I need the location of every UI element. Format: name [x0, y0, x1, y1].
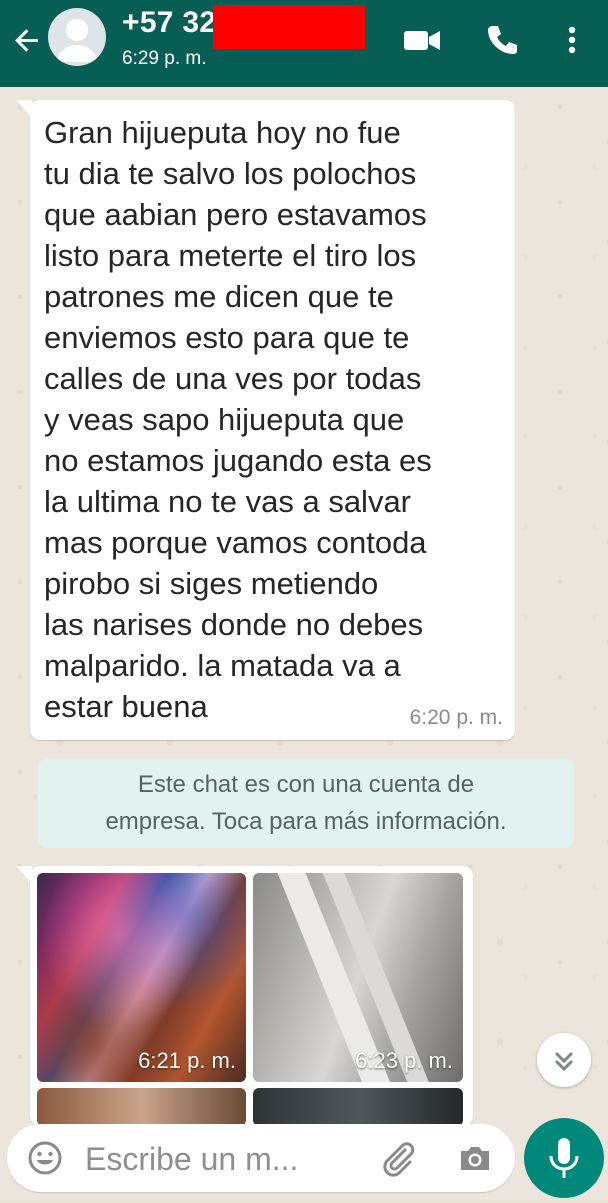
- redaction-box: [213, 5, 365, 49]
- scroll-to-bottom-button[interactable]: [537, 1033, 591, 1087]
- photo-thumbnail[interactable]: 6:23 p. m.: [253, 873, 463, 1082]
- last-seen-status: 6:29 p. m.: [122, 48, 207, 69]
- incoming-message-bubble[interactable]: Gran hijueputa hoy no fue tu dia te salv…: [16, 100, 515, 740]
- mic-icon: [549, 1138, 579, 1178]
- photo-album-bubble[interactable]: 6:21 p. m. 6:23 p. m.: [16, 866, 473, 1126]
- arrow-left-icon[interactable]: [8, 20, 48, 60]
- chat-header: +57 32 6:29 p. m.: [0, 0, 608, 87]
- chevrons-down-icon: [554, 1051, 574, 1072]
- message-composer: [7, 1124, 515, 1192]
- more-vert-icon[interactable]: [552, 20, 592, 60]
- message-input[interactable]: [83, 1136, 367, 1182]
- photo-timestamp: 6:21 p. m.: [138, 1048, 236, 1073]
- paperclip-icon[interactable]: [377, 1138, 417, 1178]
- phone-icon[interactable]: [482, 20, 522, 60]
- photo-thumbnail[interactable]: [253, 1088, 463, 1126]
- videocam-icon[interactable]: [402, 20, 442, 60]
- photo-timestamp: 6:23 p. m.: [355, 1048, 453, 1073]
- camera-icon[interactable]: [455, 1138, 495, 1178]
- mic-button[interactable]: [524, 1118, 604, 1198]
- business-account-notice[interactable]: Este chat es con una cuenta de empresa. …: [38, 758, 574, 848]
- contact-avatar[interactable]: [48, 8, 106, 66]
- message-text: Gran hijueputa hoy no fue tu dia te salv…: [44, 115, 432, 724]
- photo-thumbnail[interactable]: [37, 1088, 246, 1126]
- contact-name[interactable]: +57 32: [122, 6, 216, 40]
- notice-text: Este chat es con una cuenta de empresa. …: [105, 771, 507, 835]
- photo-thumbnail[interactable]: 6:21 p. m.: [37, 873, 246, 1082]
- emoji-icon[interactable]: [25, 1138, 65, 1178]
- message-timestamp: 6:20 p. m.: [409, 706, 503, 729]
